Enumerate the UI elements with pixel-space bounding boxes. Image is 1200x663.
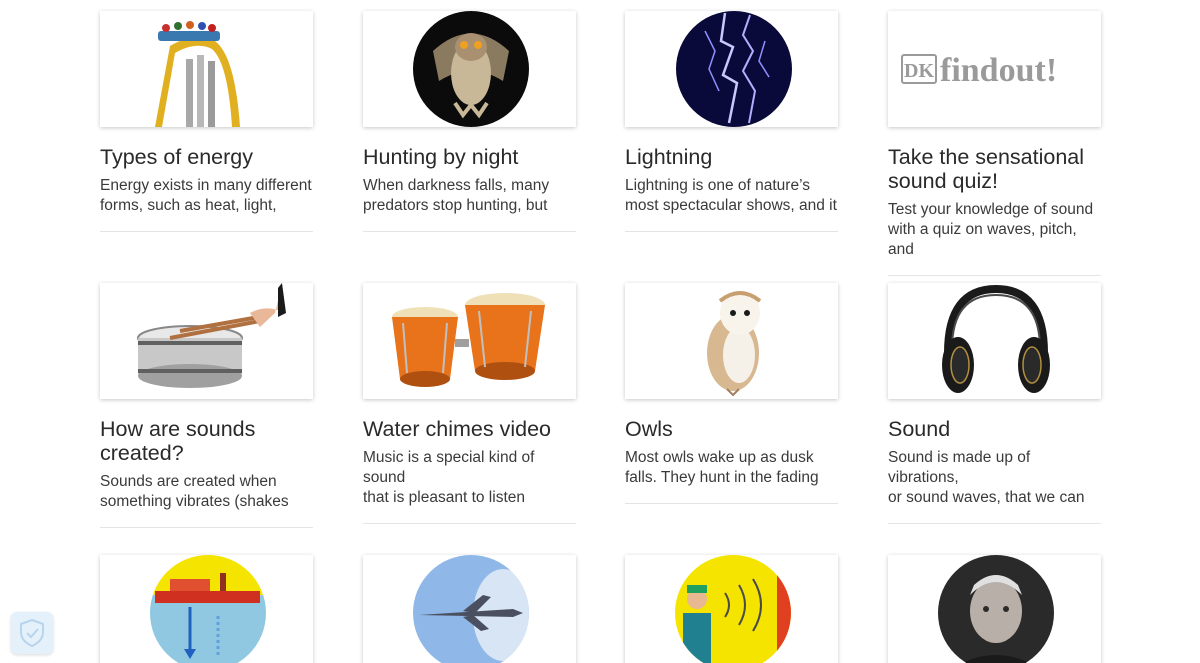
card-title[interactable]: Water chimes video (363, 417, 576, 441)
card-thumbnail[interactable] (363, 283, 576, 399)
logo-findout-text: findout! (940, 52, 1057, 89)
lightning-icon (676, 11, 792, 127)
privacy-shield-button[interactable] (11, 612, 53, 654)
title-line: created? (100, 441, 184, 465)
card-title[interactable]: Types of energy (100, 145, 313, 169)
snare-drum-icon (137, 283, 286, 388)
card-thumbnail[interactable] (100, 283, 313, 399)
card-description: Energy exists in many different forms, s… (100, 176, 313, 232)
card-description: Test your knowledge of sound with a quiz… (888, 200, 1101, 276)
description-line: most spectacular shows, and it (625, 197, 837, 214)
headphones-icon (942, 284, 1050, 393)
card-sonic-boom[interactable] (363, 555, 576, 663)
card-hunting-by-night[interactable]: Hunting by night When darkness falls, ma… (363, 11, 576, 232)
description-line: Test your knowledge of sound (888, 201, 1094, 218)
card-thumbnail[interactable] (625, 11, 838, 127)
card-title[interactable]: Hunting by night (363, 145, 576, 169)
card-thumbnail[interactable] (888, 555, 1101, 663)
card-types-of-energy[interactable]: Types of energy Energy exists in many di… (100, 11, 313, 232)
card-thumbnail[interactable] (363, 555, 576, 663)
fighter-jet-icon (413, 555, 529, 663)
card-title[interactable]: Lightning (625, 145, 838, 169)
card-water-chimes-video[interactable]: Water chimes video Music is a special ki… (363, 283, 576, 524)
card-thumbnail[interactable] (100, 555, 313, 663)
dk-findout-logo-icon: DK findout! (901, 52, 1057, 89)
description-line: Energy exists in many different (100, 177, 312, 194)
description-line: forms, such as heat, light, (100, 197, 277, 214)
card-thumbnail[interactable] (625, 555, 838, 663)
card-title[interactable]: Take the sensational sound quiz! (888, 145, 1101, 193)
title-line: Take the sensational (888, 145, 1085, 169)
card-thumbnail[interactable]: DK findout! (888, 11, 1101, 127)
card-description: When darkness falls, many predators stop… (363, 176, 576, 232)
card-sonar[interactable] (100, 555, 313, 663)
description-line: something vibrates (shakes (100, 493, 289, 510)
portrait-icon (938, 555, 1054, 663)
card-thumbnail[interactable] (888, 283, 1101, 399)
title-line: How are sounds (100, 417, 256, 441)
card-title[interactable]: How are sounds created? (100, 417, 313, 465)
card-description: Sound is made up of vibrations, or sound… (888, 448, 1101, 524)
barn-owl-icon (707, 291, 762, 397)
logo-dk-text: DK (904, 60, 934, 82)
owl-night-icon (413, 11, 529, 127)
card-sound-waves[interactable] (625, 555, 838, 663)
description-line: that is pleasant to listen (363, 489, 525, 506)
card-description: Most owls wake up as dusk falls. They hu… (625, 448, 838, 504)
card-thumbnail[interactable] (363, 11, 576, 127)
card-owls[interactable]: Owls Most owls wake up as dusk falls. Th… (625, 283, 838, 504)
card-thumbnail[interactable] (625, 283, 838, 399)
bongo-drums-icon (392, 293, 545, 387)
description-line: When darkness falls, many (363, 177, 550, 194)
sound-waves-person-icon (675, 555, 791, 663)
card-description: Sounds are created when something vibrat… (100, 472, 313, 528)
sonar-ship-icon (150, 555, 266, 663)
roller-coaster-icon (155, 21, 240, 127)
description-line: or sound waves, that we can (888, 489, 1085, 506)
card-description: Music is a special kind of sound that is… (363, 448, 576, 524)
description-line: with a quiz on waves, pitch, and (888, 221, 1077, 258)
card-description: Lightning is one of nature’s most specta… (625, 176, 838, 232)
card-portrait[interactable] (888, 555, 1101, 663)
description-line: Most owls wake up as dusk (625, 449, 814, 466)
card-lightning[interactable]: Lightning Lightning is one of nature’s m… (625, 11, 838, 232)
card-thumbnail[interactable] (100, 11, 313, 127)
description-line: predators stop hunting, but (363, 197, 548, 214)
title-line: sound quiz! (888, 169, 998, 193)
card-sound-quiz[interactable]: DK findout! Take the sensational sound q… (888, 11, 1101, 276)
card-title[interactable]: Owls (625, 417, 838, 441)
card-title[interactable]: Sound (888, 417, 1101, 441)
description-line: Sound is made up of vibrations, (888, 449, 1031, 486)
page: Types of energy Energy exists in many di… (0, 0, 1200, 663)
card-how-are-sounds-created[interactable]: How are sounds created? Sounds are creat… (100, 283, 313, 528)
description-line: Sounds are created when (100, 473, 277, 490)
shield-icon (20, 619, 44, 647)
description-line: Music is a special kind of sound (363, 449, 535, 486)
description-line: falls. They hunt in the fading (625, 469, 819, 486)
description-line: Lightning is one of nature’s (625, 177, 810, 194)
card-sound[interactable]: Sound Sound is made up of vibrations, or… (888, 283, 1101, 524)
